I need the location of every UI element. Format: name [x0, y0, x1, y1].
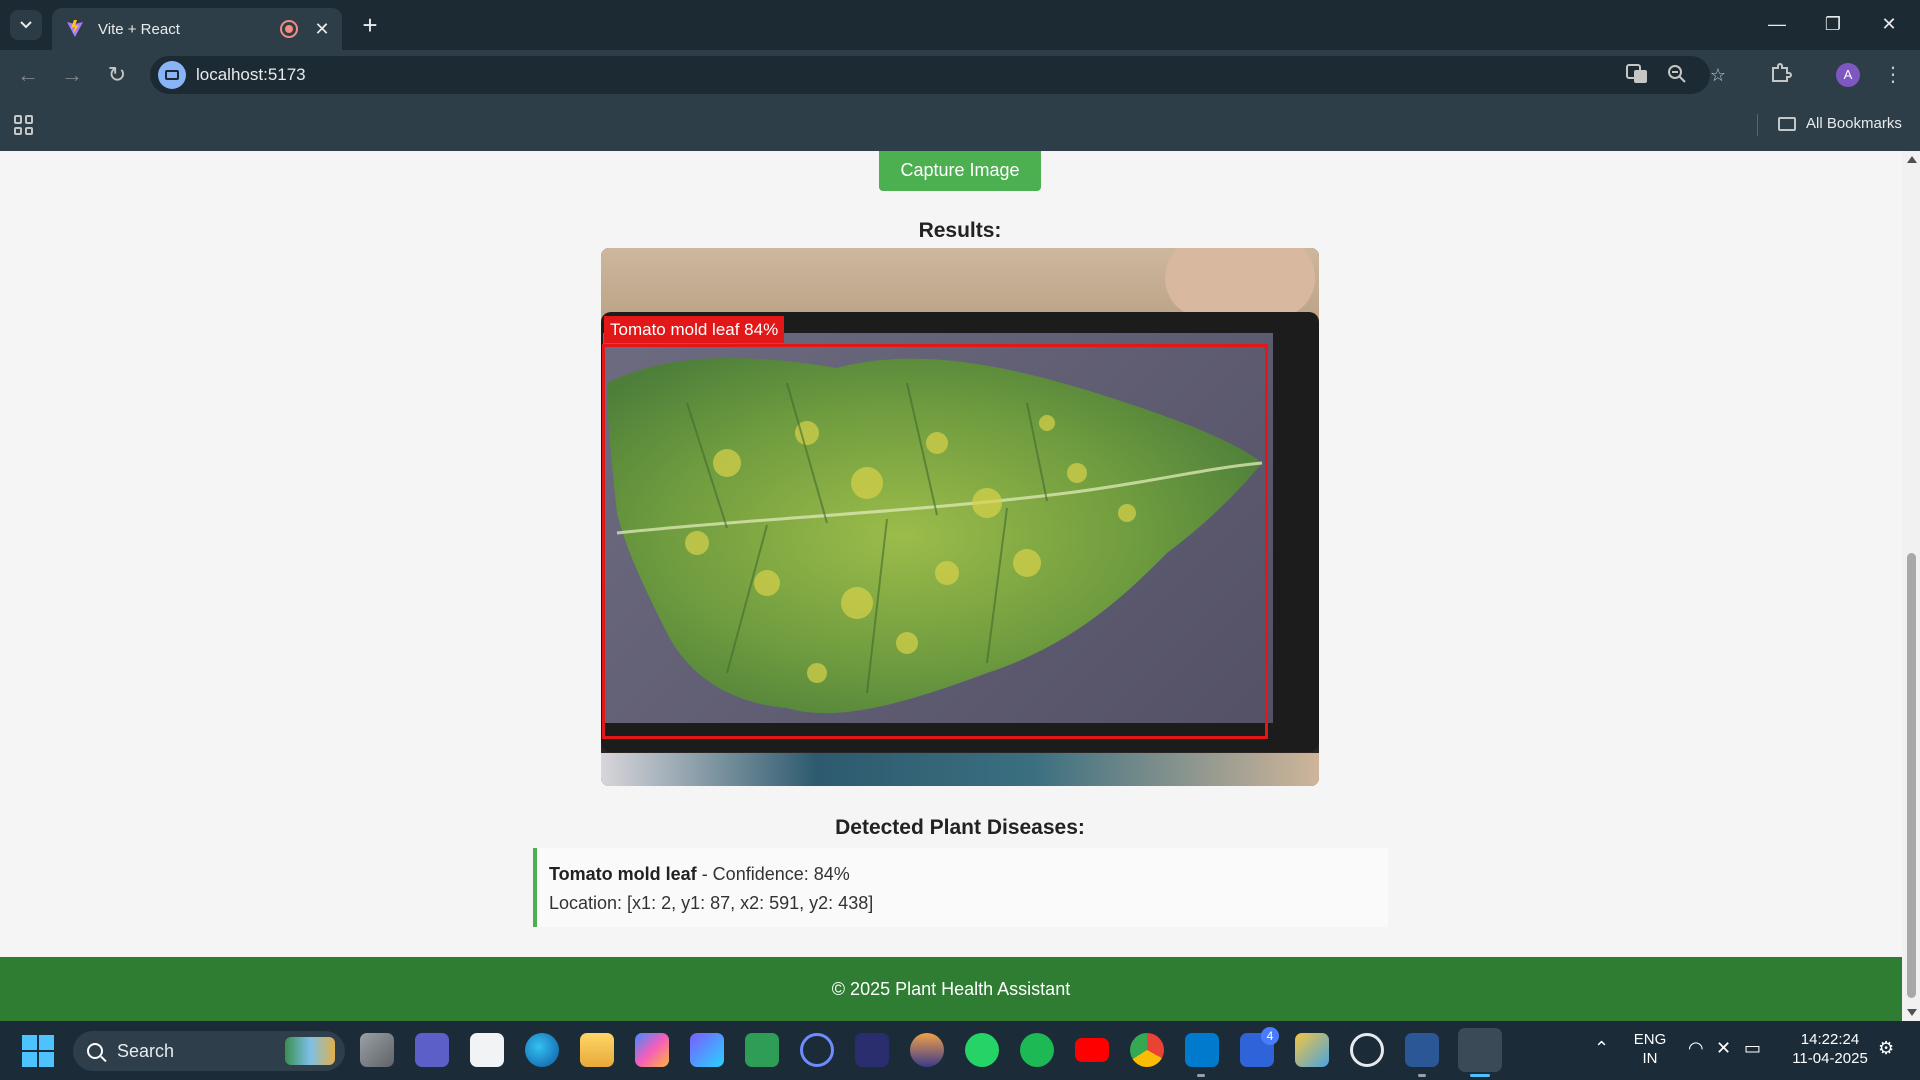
detection-result-card: Tomato mold leaf - Confidence: 84% Locat…	[533, 848, 1388, 927]
whatsapp-icon[interactable]	[965, 1033, 999, 1067]
spreadsheet-app-icon[interactable]	[745, 1033, 779, 1067]
chrome-profile-active-icon[interactable]	[1458, 1028, 1502, 1072]
taskbar-search-label: Search	[117, 1040, 175, 1061]
search-highlight-image	[285, 1037, 335, 1065]
site-info-icon[interactable]	[158, 61, 186, 89]
task-view-icon[interactable]	[360, 1033, 394, 1067]
detection-bounding-box	[602, 344, 1268, 739]
scroll-up-arrow-icon[interactable]	[1907, 156, 1917, 163]
eclipse-ide-icon[interactable]	[910, 1033, 944, 1067]
spotify-icon[interactable]	[1020, 1033, 1054, 1067]
extensions-icon[interactable]	[1768, 62, 1794, 88]
menu-kebab-icon[interactable]: ⋮	[1880, 62, 1906, 88]
folder-icon	[1778, 116, 1796, 131]
new-tab-button[interactable]: +	[355, 10, 385, 40]
profile-avatar[interactable]: A	[1836, 63, 1860, 87]
file-explorer-icon[interactable]	[580, 1033, 614, 1067]
reload-button[interactable]: ↻	[103, 61, 131, 89]
bookmarks-divider	[1757, 114, 1758, 136]
chevron-down-icon	[20, 21, 32, 29]
close-window-button[interactable]: ✕	[1866, 8, 1912, 40]
creative-app-icon[interactable]	[690, 1033, 724, 1067]
confidence-text: - Confidence: 84%	[696, 864, 850, 884]
detected-diseases-heading: Detected Plant Diseases:	[835, 816, 1085, 839]
edge-icon[interactable]	[525, 1033, 559, 1067]
speaker-muted-icon[interactable]: ✕	[1716, 1038, 1731, 1059]
minimize-button[interactable]: —	[1754, 8, 1800, 40]
word-icon[interactable]	[1405, 1033, 1439, 1067]
zoom-icon[interactable]	[1665, 64, 1689, 86]
location-text: Location: [x1: 2, y1: 87, x2: 591, y2: 4…	[549, 893, 874, 913]
forward-button[interactable]: →	[58, 61, 86, 89]
disease-name: Tomato mold leaf	[549, 864, 697, 884]
tab-title: Vite + React	[98, 20, 180, 38]
language-label: ENG	[1633, 1031, 1667, 1048]
clock[interactable]: 14:22:24 11-04-2025	[1785, 1030, 1875, 1068]
scroll-thumb[interactable]	[1907, 553, 1916, 998]
search-icon	[87, 1043, 103, 1059]
region-label: IN	[1642, 1050, 1658, 1067]
clock-date: 11-04-2025	[1792, 1050, 1868, 1067]
back-button[interactable]: ←	[14, 61, 42, 89]
all-bookmarks-label: All Bookmarks	[1806, 115, 1902, 132]
apps-grid-icon[interactable]	[14, 115, 34, 135]
windows-start-icon[interactable]	[22, 1035, 54, 1067]
bookmark-star-icon[interactable]: ☆	[1706, 64, 1730, 86]
url-text[interactable]: localhost:5173	[196, 65, 306, 85]
browser-tab-active[interactable]: Vite + React ✕	[52, 8, 342, 50]
notepad-icon[interactable]	[470, 1033, 504, 1067]
bird-app-icon[interactable]	[800, 1033, 834, 1067]
browser-navbar: ← → ↻ localhost:5173 ☆ A ⋮	[0, 50, 1920, 100]
chrome-icon[interactable]	[1130, 1033, 1164, 1067]
clock-time: 14:22:24	[1800, 1031, 1860, 1048]
tab-search-button[interactable]	[10, 10, 42, 40]
capture-image-button[interactable]: Capture Image	[879, 151, 1041, 191]
translate-icon[interactable]	[1625, 64, 1649, 86]
image-bottom-strip	[601, 753, 1319, 786]
tab-close-icon[interactable]: ✕	[312, 19, 332, 40]
image-finger	[1165, 248, 1315, 318]
address-bar[interactable]: localhost:5173 ☆	[150, 56, 1726, 94]
page-footer: © 2025 Plant Health Assistant	[0, 957, 1902, 1021]
chatgpt-icon[interactable]	[1350, 1033, 1384, 1067]
vscode-running-dot	[1197, 1074, 1205, 1077]
language-indicator[interactable]: ENG IN	[1630, 1030, 1670, 1068]
wifi-icon[interactable]: ◠	[1688, 1038, 1704, 1059]
teams-icon[interactable]	[415, 1033, 449, 1067]
eclipse-app-icon[interactable]	[855, 1033, 889, 1067]
notifications-icon[interactable]: ⚙	[1878, 1038, 1894, 1059]
vscode-icon[interactable]	[1185, 1033, 1219, 1067]
chrome-active-dot	[1470, 1074, 1490, 1077]
battery-icon[interactable]: ▭	[1744, 1038, 1761, 1059]
copilot-icon[interactable]	[635, 1033, 669, 1067]
vite-favicon-icon	[67, 20, 83, 37]
web-page: Capture Image Results: Tomato mold leaf …	[0, 151, 1902, 1021]
taskbar-search-box[interactable]: Search	[73, 1031, 345, 1071]
browser-titlebar: Vite + React ✕ + — ❐ ✕	[0, 0, 1920, 50]
restore-button[interactable]: ❐	[1810, 8, 1856, 40]
bookmarks-bar: All Bookmarks	[0, 100, 1920, 151]
all-bookmarks-button[interactable]: All Bookmarks	[1778, 115, 1902, 132]
results-heading: Results:	[918, 219, 1002, 242]
q-app-icon[interactable]	[1295, 1033, 1329, 1067]
word-running-dot	[1418, 1074, 1426, 1077]
recording-indicator-icon	[280, 20, 298, 38]
detection-box-label: Tomato mold leaf 84%	[604, 316, 785, 343]
notification-count-badge: 4	[1261, 1027, 1279, 1045]
youtube-icon[interactable]	[1075, 1038, 1109, 1062]
page-scrollbar[interactable]	[1902, 151, 1920, 1021]
result-image: Tomato mold leaf 84%	[601, 248, 1319, 786]
scroll-down-arrow-icon[interactable]	[1907, 1009, 1917, 1016]
tray-chevron-up-icon[interactable]: ⌃	[1594, 1038, 1609, 1059]
detection-summary-line: Tomato mold leaf - Confidence: 84%	[549, 860, 1376, 889]
